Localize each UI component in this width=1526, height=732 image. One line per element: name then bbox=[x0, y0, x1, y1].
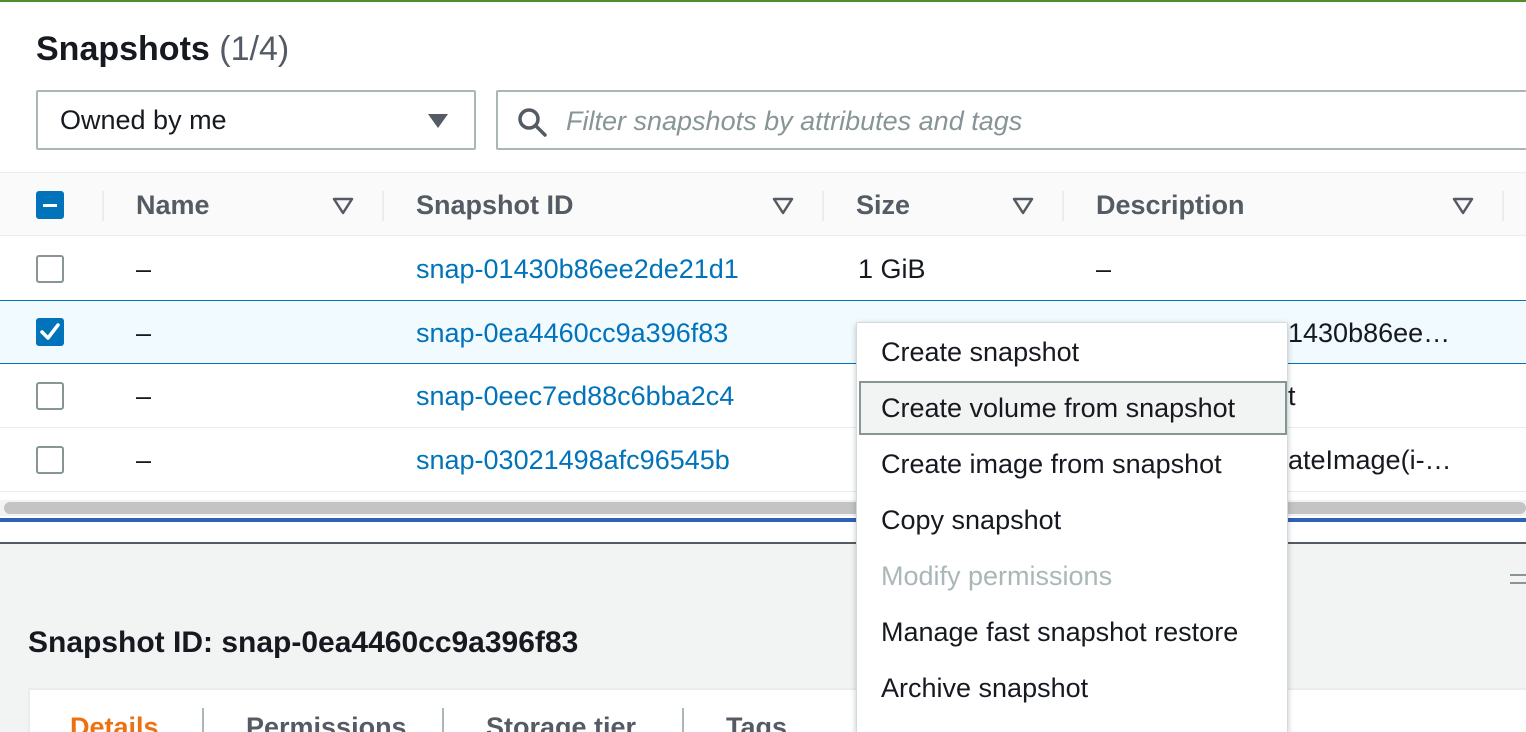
snapshot-id-link[interactable]: snap-0eec7ed88c6bba2c4 bbox=[416, 364, 734, 428]
column-divider bbox=[1502, 191, 1504, 221]
column-divider bbox=[1062, 191, 1064, 221]
menu-item-manage-fast-snapshot-restore[interactable]: Manage fast snapshot restore bbox=[859, 605, 1287, 659]
menu-item-create-volume-from-snapshot[interactable]: Create volume from snapshot bbox=[859, 381, 1287, 435]
sort-caret-icon[interactable] bbox=[332, 197, 354, 215]
tab-separator bbox=[202, 708, 204, 732]
checkmark-icon bbox=[40, 323, 60, 340]
search-input[interactable]: Filter snapshots by attributes and tags bbox=[496, 90, 1526, 150]
column-divider bbox=[102, 191, 104, 221]
table-row-selected[interactable]: – snap-0ea4460cc9a396f83 1430b86ee… bbox=[0, 300, 1526, 364]
tab-storage-tier[interactable]: Storage tier bbox=[486, 712, 636, 732]
tab-separator bbox=[682, 708, 684, 732]
owner-filter-select[interactable]: Owned by me bbox=[36, 90, 476, 150]
snapshot-id-link[interactable]: snap-03021498afc96545b bbox=[416, 428, 730, 492]
detail-panel-title: Snapshot ID: snap-0ea4460cc9a396f83 bbox=[28, 626, 579, 659]
menu-item-create-image-from-snapshot[interactable]: Create image from snapshot bbox=[859, 437, 1287, 491]
menu-item-copy-snapshot[interactable]: Copy snapshot bbox=[859, 493, 1287, 547]
tab-details[interactable]: Details bbox=[70, 712, 159, 732]
tab-tags[interactable]: Tags bbox=[726, 712, 787, 732]
page-title-text: Snapshots bbox=[36, 30, 210, 68]
cell-name: – bbox=[136, 380, 152, 411]
search-icon bbox=[518, 108, 547, 137]
cell-name: – bbox=[136, 444, 152, 475]
column-header-size[interactable]: Size bbox=[856, 173, 910, 237]
menu-item-create-snapshot[interactable]: Create snapshot bbox=[859, 325, 1287, 379]
cell-name: – bbox=[136, 253, 152, 284]
selection-count: (1/4) bbox=[219, 30, 290, 68]
menu-item-archive-snapshot[interactable]: Archive snapshot bbox=[859, 661, 1287, 715]
sort-caret-icon[interactable] bbox=[1012, 197, 1034, 215]
split-panel-divider[interactable] bbox=[0, 542, 1526, 544]
menu-item-modify-permissions: Modify permissions bbox=[881, 560, 1113, 591]
cell-description: t bbox=[1288, 380, 1296, 411]
page-title: Snapshots (1/4) bbox=[36, 30, 289, 69]
row-checkbox[interactable] bbox=[36, 255, 64, 283]
sort-caret-icon[interactable] bbox=[1452, 197, 1474, 215]
sort-caret-icon[interactable] bbox=[772, 197, 794, 215]
table-bottom-accent bbox=[0, 518, 1526, 522]
tab-separator bbox=[442, 708, 444, 732]
table-row[interactable]: – snap-0eec7ed88c6bba2c4 t bbox=[0, 364, 1526, 428]
cell-description: 1430b86ee… bbox=[1288, 317, 1451, 348]
detail-tabs: Details Permissions Storage tier Tags bbox=[28, 688, 1526, 732]
column-header-description[interactable]: Description bbox=[1096, 173, 1245, 237]
horizontal-scrollbar[interactable] bbox=[0, 500, 1526, 516]
actions-context-menu: Create snapshot Create volume from snaps… bbox=[856, 322, 1288, 732]
caret-down-icon bbox=[428, 114, 448, 128]
owner-filter-value: Owned by me bbox=[60, 104, 227, 135]
cell-description: – bbox=[1096, 253, 1112, 284]
resize-handle-icon[interactable] bbox=[1510, 574, 1526, 584]
cell-description: ateImage(i-… bbox=[1288, 444, 1452, 475]
column-header-snapshot-id[interactable]: Snapshot ID bbox=[416, 173, 574, 237]
tab-permissions[interactable]: Permissions bbox=[246, 712, 407, 732]
column-divider bbox=[822, 191, 824, 221]
scrollbar-thumb[interactable] bbox=[4, 502, 1526, 514]
table-row[interactable]: – snap-03021498afc96545b ateImage(i-… bbox=[0, 428, 1526, 492]
row-checkbox[interactable] bbox=[36, 446, 64, 474]
table-header: Name Snapshot ID Size Description bbox=[0, 172, 1526, 236]
select-all-checkbox[interactable] bbox=[36, 191, 64, 219]
table-row[interactable]: – snap-01430b86ee2de21d1 1 GiB – bbox=[0, 237, 1526, 301]
column-divider bbox=[382, 191, 384, 221]
column-header-name[interactable]: Name bbox=[136, 173, 210, 237]
snapshot-id-link[interactable]: snap-01430b86ee2de21d1 bbox=[416, 237, 739, 301]
row-checkbox[interactable] bbox=[36, 318, 64, 346]
cell-name: – bbox=[136, 317, 152, 348]
cell-size: 1 GiB bbox=[858, 253, 926, 284]
search-placeholder: Filter snapshots by attributes and tags bbox=[566, 106, 1023, 136]
row-checkbox[interactable] bbox=[36, 382, 64, 410]
snapshot-id-link[interactable]: snap-0ea4460cc9a396f83 bbox=[416, 301, 728, 365]
